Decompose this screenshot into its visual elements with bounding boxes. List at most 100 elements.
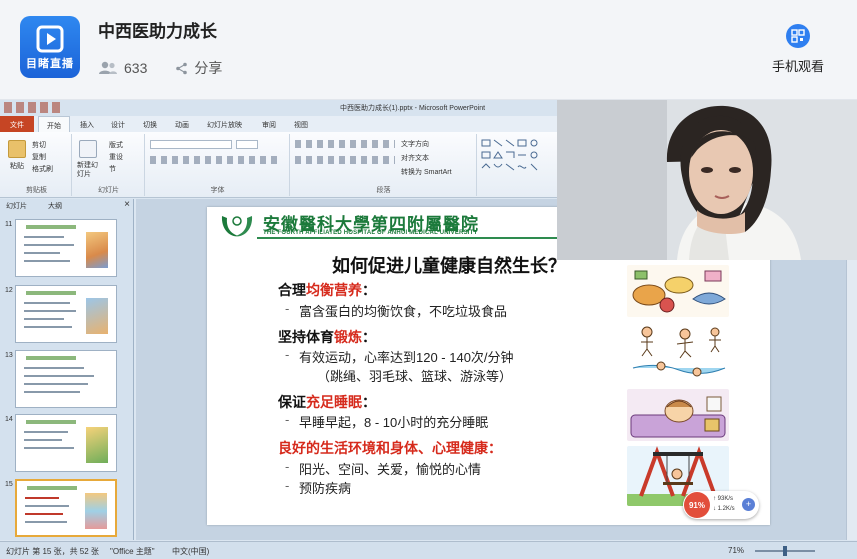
- slide-title: 如何促进儿童健康自然生长？: [332, 256, 566, 276]
- list-buttons: [295, 140, 395, 148]
- ribbon-group-slides: 新建幻灯片 版式 重设 节 幻灯片: [73, 134, 145, 196]
- network-speed-widget[interactable]: 91% ↑ 93K/s ↓ 1.2K/s +: [683, 491, 759, 519]
- stream-stats: 633 分享: [98, 58, 222, 78]
- paragraph-group-label: 段落: [376, 187, 391, 194]
- play-icon: [36, 25, 64, 53]
- clipboard-group-label: 剪贴板: [26, 187, 47, 194]
- section-heading-environment: 良好的生活环境和身体、心理健康：: [278, 440, 502, 456]
- presenter-webcam: [557, 100, 857, 260]
- viewer-count: 633: [124, 60, 148, 76]
- layout-label: 版式: [109, 142, 123, 149]
- align-text-label: 对齐文本: [401, 155, 429, 162]
- video-player[interactable]: 中西医助力成长(1).pptx - Microsoft PowerPoint 文…: [0, 100, 857, 559]
- food-illustration: [627, 265, 729, 317]
- shapes-gallery-icon: [481, 139, 538, 171]
- quick-access-toolbar: [4, 102, 64, 113]
- bullet-item: 早睡早起，8 - 10小时的充分睡眠: [285, 412, 488, 431]
- tab-insert: 插入: [80, 122, 94, 129]
- font-size-box: [236, 140, 258, 149]
- thumbnail-number: 14: [5, 416, 13, 423]
- slide-thumbnail-panel: 幻灯片 大纲 × 11 12 13 14 15: [0, 199, 134, 540]
- tab-design: 设计: [111, 122, 125, 129]
- alignment-buttons: [295, 156, 395, 164]
- app-logo[interactable]: 目睹直播: [20, 16, 80, 78]
- zoom-slider-handle: [783, 546, 787, 556]
- thumbnail-number: 12: [5, 287, 13, 294]
- ribbon-group-clipboard: 粘贴 剪切 复制 格式刷 剪贴板: [2, 134, 72, 196]
- panel-tabs: 幻灯片 大纲 ×: [2, 199, 132, 213]
- paste-icon: [8, 140, 26, 158]
- font-group-label: 字体: [210, 187, 225, 194]
- header-divider: [257, 237, 557, 239]
- paste-label: 粘贴: [10, 163, 24, 170]
- channel-title: 中西医助力成长: [98, 22, 217, 41]
- smartart-label: 转换为 SmartArt: [401, 169, 452, 176]
- tab-home: 开始: [38, 116, 70, 132]
- presenter-figure: [557, 100, 857, 260]
- zoom-level: 71%: [728, 546, 745, 555]
- panel-tab-outline: 大纲: [48, 203, 62, 210]
- mobile-watch-label: 手机观看: [771, 59, 824, 74]
- mobile-watch-button[interactable]: 手机观看: [769, 24, 827, 75]
- slides-group-label: 幻灯片: [98, 187, 119, 194]
- section-heading-exercise: 坚持体育锻炼：: [278, 329, 376, 345]
- text-direction-label: 文字方向: [401, 141, 429, 148]
- section-heading-sleep: 保证充足睡眠：: [278, 394, 376, 410]
- tab-file: 文件: [0, 116, 34, 132]
- panel-close-icon: ×: [124, 199, 130, 210]
- slide-thumbnail: [15, 285, 117, 343]
- thumbnail-number: 13: [5, 352, 13, 359]
- slide-thumbnail: [15, 414, 117, 472]
- section-heading-nutrition: 合理均衡营养：: [278, 282, 376, 298]
- cpu-percent-badge: 91%: [684, 492, 710, 518]
- tab-view: 视图: [294, 122, 308, 129]
- slide-thumbnail-selected: [15, 479, 117, 537]
- tab-transitions: 切换: [143, 122, 157, 129]
- slide-thumbnail: [15, 219, 117, 277]
- bullet-subitem: （跳绳、羽毛球、篮球、游泳等）: [317, 369, 513, 384]
- font-family-box: [150, 140, 232, 149]
- viewers-icon: [99, 61, 117, 74]
- exercise-illustration: [627, 322, 729, 384]
- thumbnail-number: 15: [5, 481, 13, 488]
- bullet-item: 阳光、空间、关爱，愉悦的心情: [285, 459, 481, 478]
- logo-text: 目睹直播: [26, 58, 74, 70]
- qr-code-icon: [786, 24, 810, 48]
- bullet-item: 预防疾病: [285, 478, 351, 497]
- bullet-item: 有效运动，心率达到120 - 140次/分钟: [285, 347, 514, 366]
- ribbon-group-drawing: [478, 134, 558, 196]
- download-speed: ↓ 1.2K/s: [713, 506, 735, 512]
- tab-review: 审阅: [262, 122, 276, 129]
- thumbnail-number: 11: [5, 221, 13, 228]
- ppt-status-bar: 幻灯片 第 15 张，共 52 张 "Office 主题" 中文(中国) 71%: [0, 541, 857, 559]
- hospital-name-en: THE FOURTH AFFILIATED HOSPITAL OF ANHUI …: [263, 230, 478, 236]
- language: 中文(中国): [172, 547, 210, 556]
- stream-header: 目睹直播 中西医助力成长 633 分享 手机观看: [0, 0, 857, 100]
- bullet-item: 富含蛋白的均衡饮食，不吃垃圾食品: [285, 301, 507, 320]
- reset-label: 重设: [109, 154, 123, 161]
- slide-position: 幻灯片 第 15 张，共 52 张: [6, 547, 99, 556]
- ppt-window-title: 中西医助力成长(1).pptx - Microsoft PowerPoint: [340, 105, 486, 112]
- new-slide-label: 新建幻灯片: [77, 162, 98, 178]
- copy-label: 复制: [32, 154, 46, 161]
- share-button[interactable]: 分享: [175, 58, 222, 78]
- share-label: 分享: [194, 60, 223, 76]
- new-slide-icon: [79, 140, 97, 158]
- panel-tab-slides: 幻灯片: [6, 203, 27, 210]
- font-format-buttons: [150, 156, 282, 164]
- ribbon-group-paragraph: 文字方向 对齐文本 转换为 SmartArt 段落: [291, 134, 477, 196]
- section-label: 节: [109, 166, 116, 173]
- upload-speed: ↑ 93K/s: [713, 496, 734, 502]
- sleep-illustration: [627, 389, 729, 441]
- cut-label: 剪切: [32, 142, 46, 149]
- hospital-logo-icon: [221, 216, 253, 237]
- share-icon: [176, 62, 188, 74]
- format-painter-label: 格式刷: [32, 166, 53, 173]
- live-stream-page: 目睹直播 中西医助力成长 633 分享 手机观看 中西医助力成长(1).pptx…: [0, 0, 857, 559]
- ribbon-group-font: 字体: [146, 134, 290, 196]
- tab-animations: 动画: [175, 122, 189, 129]
- slide-thumbnail: [15, 350, 117, 408]
- theme-name: "Office 主题": [110, 547, 155, 556]
- accelerate-icon: +: [742, 498, 755, 511]
- tab-slideshow: 幻灯片放映: [207, 122, 242, 129]
